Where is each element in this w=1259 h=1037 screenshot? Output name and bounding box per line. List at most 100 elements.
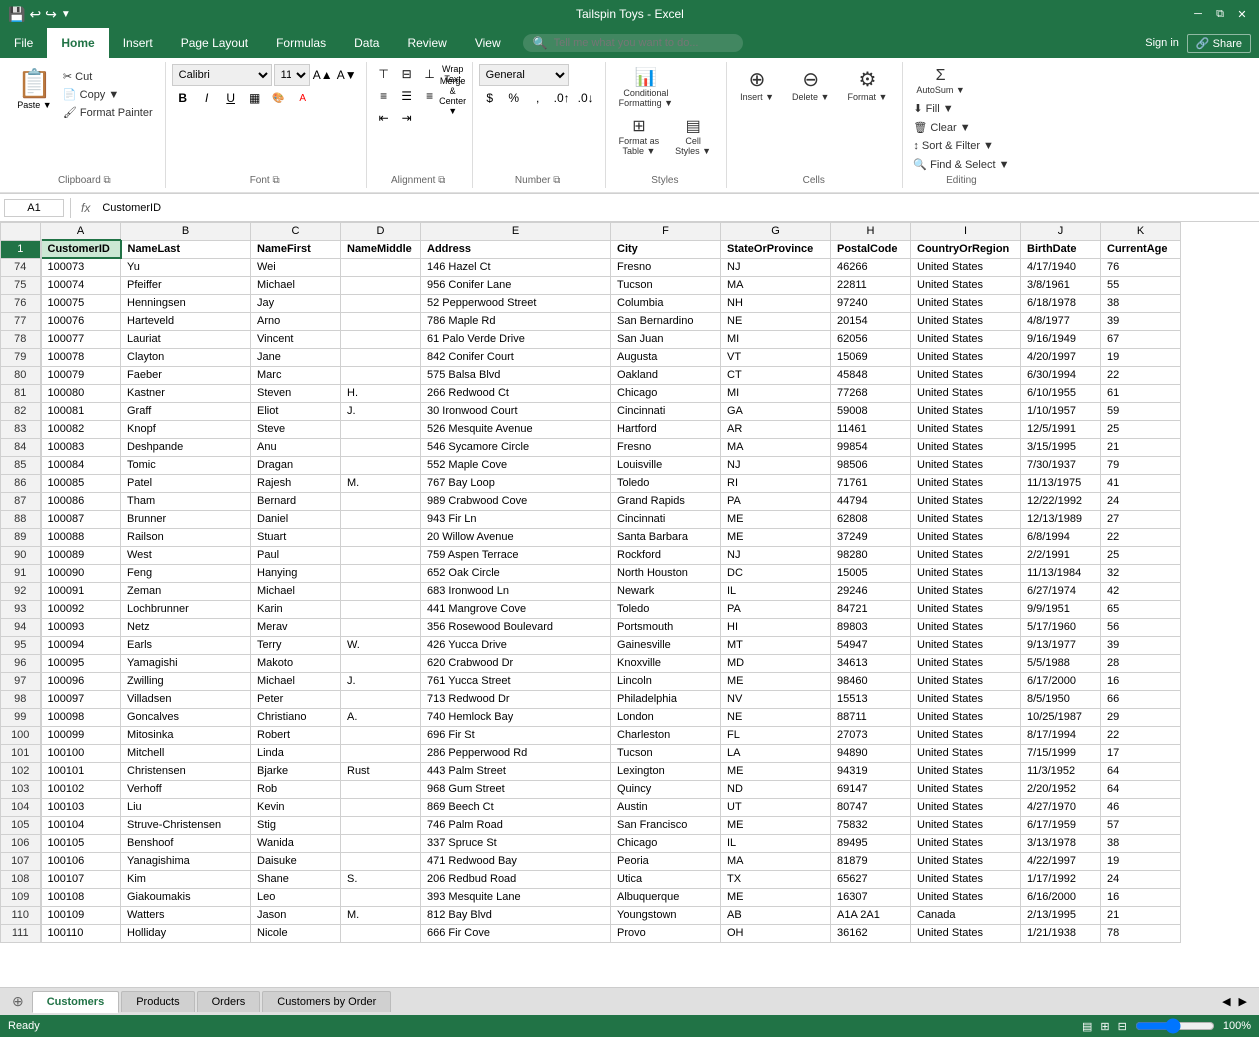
cell-b76[interactable]: Henningsen [121,294,251,312]
clear-button[interactable]: 🗑 Clear ▼ [909,119,1013,136]
cell-f111[interactable]: Provo [611,924,721,942]
cell-i92[interactable]: United States [911,582,1021,600]
cell-h99[interactable]: 88711 [831,708,911,726]
cell-k110[interactable]: 21 [1101,906,1181,924]
cell-k91[interactable]: 32 [1101,564,1181,582]
cell-f100[interactable]: Charleston [611,726,721,744]
cell-f102[interactable]: Lexington [611,762,721,780]
cell-k85[interactable]: 79 [1101,456,1181,474]
zoom-slider[interactable] [1135,1018,1215,1034]
cell-f82[interactable]: Cincinnati [611,402,721,420]
cell-e111[interactable]: 666 Fir Cove [421,924,611,942]
cell-h101[interactable]: 94890 [831,744,911,762]
cell-j95[interactable]: 9/13/1977 [1021,636,1101,654]
cell-f95[interactable]: Gainesville [611,636,721,654]
col-header-e[interactable]: E [421,223,611,241]
decrease-decimal-button[interactable]: .0↓ [575,88,597,108]
cell-a83[interactable]: 100082 [41,420,121,438]
cell-a93[interactable]: 100092 [41,600,121,618]
cell-a87[interactable]: 100086 [41,492,121,510]
cell-c95[interactable]: Terry [251,636,341,654]
tab-formulas[interactable]: Formulas [262,28,340,58]
cell-c104[interactable]: Kevin [251,798,341,816]
cell-b99[interactable]: Goncalves [121,708,251,726]
cell-a111[interactable]: 100110 [41,924,121,942]
cell-c98[interactable]: Peter [251,690,341,708]
cell-g89[interactable]: ME [721,528,831,546]
col-header-i[interactable]: I [911,223,1021,241]
copy-button[interactable]: 📄 Copy ▼ [59,86,157,103]
cell-c103[interactable]: Rob [251,780,341,798]
cell-k82[interactable]: 59 [1101,402,1181,420]
cell-a91[interactable]: 100090 [41,564,121,582]
cell-j78[interactable]: 9/16/1949 [1021,330,1101,348]
cell-e98[interactable]: 713 Redwood Dr [421,690,611,708]
cell-k97[interactable]: 16 [1101,672,1181,690]
cell-i101[interactable]: United States [911,744,1021,762]
sheet-tab-customers-by-order[interactable]: Customers by Order [262,991,391,1012]
cell-a99[interactable]: 100098 [41,708,121,726]
cell-i90[interactable]: United States [911,546,1021,564]
sheet-tab-orders[interactable]: Orders [197,991,261,1012]
cell-e104[interactable]: 869 Beech Ct [421,798,611,816]
cell-b105[interactable]: Struve-Christensen [121,816,251,834]
undo-icon[interactable]: ↩ [29,6,41,23]
cell-c74[interactable]: Wei [251,258,341,276]
cell-b96[interactable]: Yamagishi [121,654,251,672]
cell-g105[interactable]: ME [721,816,831,834]
cell-g101[interactable]: LA [721,744,831,762]
cell-e76[interactable]: 52 Pepperwood Street [421,294,611,312]
cell-d87[interactable] [341,492,421,510]
cell-h79[interactable]: 15069 [831,348,911,366]
cell-h109[interactable]: 16307 [831,888,911,906]
cell-e86[interactable]: 767 Bay Loop [421,474,611,492]
scroll-right-tab-icon[interactable]: ▶ [1239,995,1247,1008]
cell-j89[interactable]: 6/8/1994 [1021,528,1101,546]
cell-b89[interactable]: Railson [121,528,251,546]
cell-j104[interactable]: 4/27/1970 [1021,798,1101,816]
cell-b79[interactable]: Clayton [121,348,251,366]
cell-j109[interactable]: 6/16/2000 [1021,888,1101,906]
cell-g77[interactable]: NE [721,312,831,330]
cell-a101[interactable]: 100100 [41,744,121,762]
cell-b98[interactable]: Villadsen [121,690,251,708]
insert-cells-button[interactable]: ⊕ Insert ▼ [733,64,781,105]
cell-c75[interactable]: Michael [251,276,341,294]
cell-f85[interactable]: Louisville [611,456,721,474]
cell-b95[interactable]: Earls [121,636,251,654]
cell-i111[interactable]: United States [911,924,1021,942]
cell-c89[interactable]: Stuart [251,528,341,546]
cell-d93[interactable] [341,600,421,618]
cell-f101[interactable]: Tucson [611,744,721,762]
cell-d92[interactable] [341,582,421,600]
cell-d103[interactable] [341,780,421,798]
cell-b109[interactable]: Giakoumakis [121,888,251,906]
cell-k92[interactable]: 42 [1101,582,1181,600]
cell-g111[interactable]: OH [721,924,831,942]
cell-g74[interactable]: NJ [721,258,831,276]
cell-a102[interactable]: 100101 [41,762,121,780]
cell-f87[interactable]: Grand Rapids [611,492,721,510]
cell-c80[interactable]: Marc [251,366,341,384]
cell-e78[interactable]: 61 Palo Verde Drive [421,330,611,348]
cell-k93[interactable]: 65 [1101,600,1181,618]
cell-c79[interactable]: Jane [251,348,341,366]
cell-h95[interactable]: 54947 [831,636,911,654]
spreadsheet-table-container[interactable]: A B C D E F G H I J K 1 CustomerID NameL… [0,222,1259,943]
center-align-button[interactable]: ☰ [396,86,418,106]
cell-c99[interactable]: Christiano [251,708,341,726]
cell-c1[interactable]: NameFirst [251,240,341,258]
cell-a85[interactable]: 100084 [41,456,121,474]
cell-g88[interactable]: ME [721,510,831,528]
page-layout-view-icon[interactable]: ⊞ [1100,1020,1109,1033]
cell-g97[interactable]: ME [721,672,831,690]
cell-d89[interactable] [341,528,421,546]
cell-g83[interactable]: AR [721,420,831,438]
cell-j82[interactable]: 1/10/1957 [1021,402,1101,420]
cell-i88[interactable]: United States [911,510,1021,528]
cell-b91[interactable]: Feng [121,564,251,582]
cell-e94[interactable]: 356 Rosewood Boulevard [421,618,611,636]
cell-g76[interactable]: NH [721,294,831,312]
cell-b93[interactable]: Lochbrunner [121,600,251,618]
cell-i96[interactable]: United States [911,654,1021,672]
